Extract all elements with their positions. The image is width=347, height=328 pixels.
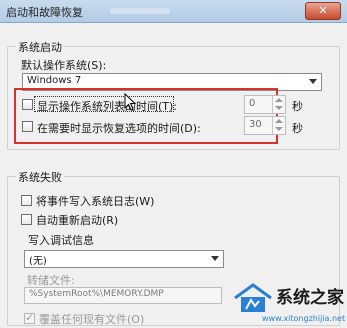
default-os-value: Windows 7 bbox=[27, 75, 82, 86]
default-os-label: 默认操作系统(S): bbox=[21, 59, 107, 72]
show-recovery-label[interactable]: 在需要时显示恢复选项的时间(D): bbox=[37, 120, 201, 136]
arrow-up-icon[interactable] bbox=[275, 119, 283, 123]
overwrite-label[interactable]: 覆盖任何现有文件(O) bbox=[39, 311, 144, 327]
overwrite-checkbox[interactable] bbox=[24, 311, 35, 324]
window-title: 启动和故障恢复 bbox=[6, 6, 83, 19]
show-recovery-unit: 秒 bbox=[292, 122, 303, 135]
arrow-down-icon[interactable] bbox=[275, 127, 283, 131]
watermark-url: www.xitongzhijia.net bbox=[262, 314, 346, 323]
title-bar-blur bbox=[110, 8, 170, 14]
auto-restart-label[interactable]: 自动重新启动(R) bbox=[36, 212, 118, 228]
write-log-label[interactable]: 将事件写入系统日志(W) bbox=[36, 193, 154, 209]
spinner-arrows[interactable] bbox=[272, 117, 285, 134]
show-os-list-spinner[interactable]: 0 bbox=[244, 95, 286, 114]
show-recovery-value: 30 bbox=[249, 119, 262, 130]
watermark-text: 系统之家 bbox=[276, 288, 344, 308]
auto-restart-checkbox[interactable] bbox=[21, 214, 32, 225]
system-failure-heading: 系统失败 bbox=[16, 169, 64, 185]
write-log-checkbox[interactable] bbox=[21, 195, 32, 206]
arrow-up-icon[interactable] bbox=[275, 98, 283, 102]
dump-file-value: %SystemRoot%\MEMORY.DMP bbox=[29, 289, 164, 299]
chevron-down-icon[interactable] bbox=[211, 256, 219, 261]
show-os-list-label[interactable]: 显示操作系统列表的时间(T): bbox=[37, 98, 177, 114]
chevron-down-icon[interactable] bbox=[309, 79, 317, 84]
show-recovery-checkbox[interactable] bbox=[22, 121, 33, 132]
dump-file-field[interactable]: %SystemRoot%\MEMORY.DMP bbox=[24, 287, 222, 304]
show-os-list-value: 0 bbox=[249, 98, 256, 109]
dump-file-label: 转储文件: bbox=[27, 274, 75, 287]
title-bar: 启动和故障恢复 ✕ bbox=[0, 0, 347, 23]
spinner-arrows[interactable] bbox=[272, 96, 285, 113]
system-startup-heading: 系统启动 bbox=[16, 39, 64, 55]
house-logo-icon bbox=[234, 283, 272, 312]
debug-info-label: 写入调试信息 bbox=[28, 234, 94, 247]
debug-info-select[interactable]: (无) bbox=[24, 250, 224, 268]
arrow-down-icon[interactable] bbox=[275, 106, 283, 110]
close-button[interactable]: ✕ bbox=[305, 2, 341, 20]
debug-info-value: (无) bbox=[29, 256, 47, 267]
mouse-pointer-icon bbox=[124, 93, 136, 111]
show-os-list-unit: 秒 bbox=[292, 100, 303, 113]
show-os-list-checkbox[interactable] bbox=[22, 99, 33, 110]
show-recovery-spinner[interactable]: 30 bbox=[244, 116, 286, 135]
